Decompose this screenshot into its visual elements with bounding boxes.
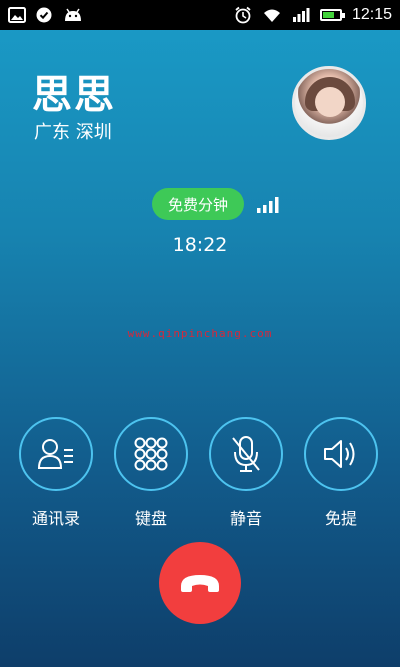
status-bar: 12:15: [0, 0, 400, 30]
avatar-face: [315, 87, 345, 117]
hang-up-button[interactable]: [159, 542, 241, 624]
mute-label: 静音: [229, 509, 262, 528]
mute-icon: [232, 436, 260, 472]
call-duration: 18:22: [172, 234, 228, 256]
status-time: 12:15: [351, 6, 392, 23]
avatar: [292, 66, 366, 140]
caller-name: 思思: [32, 72, 116, 118]
phone-hangup-icon: [181, 575, 219, 592]
keypad-label: 键盘: [134, 509, 167, 528]
speaker-icon: [324, 440, 355, 468]
contacts-button[interactable]: [19, 417, 93, 491]
wifi-icon: [263, 9, 280, 22]
signal-icon: [292, 8, 310, 22]
status-bar-right: 12:15: [234, 6, 392, 24]
android-icon: [65, 8, 81, 21]
battery-icon: [319, 9, 345, 21]
free-minutes-button[interactable]: 免费分钟: [152, 188, 244, 220]
battery-level: [322, 12, 334, 18]
keypad-icon: [134, 437, 168, 471]
watermark-text: www.qinpinchang.com: [127, 327, 273, 340]
keypad-button[interactable]: [114, 417, 188, 491]
speaker-button[interactable]: [304, 417, 378, 491]
mute-button[interactable]: [209, 417, 283, 491]
status-bar-left: [8, 7, 84, 23]
contacts-icon: [37, 439, 73, 469]
contacts-label: 通讯录: [31, 509, 80, 528]
alarm-icon: [235, 6, 251, 24]
call-signal-icon: [257, 197, 279, 213]
caller-location: 广东 深圳: [34, 122, 112, 143]
check-circle-icon: [36, 7, 52, 23]
image-icon: [8, 7, 26, 23]
speaker-label: 免提: [324, 509, 357, 528]
